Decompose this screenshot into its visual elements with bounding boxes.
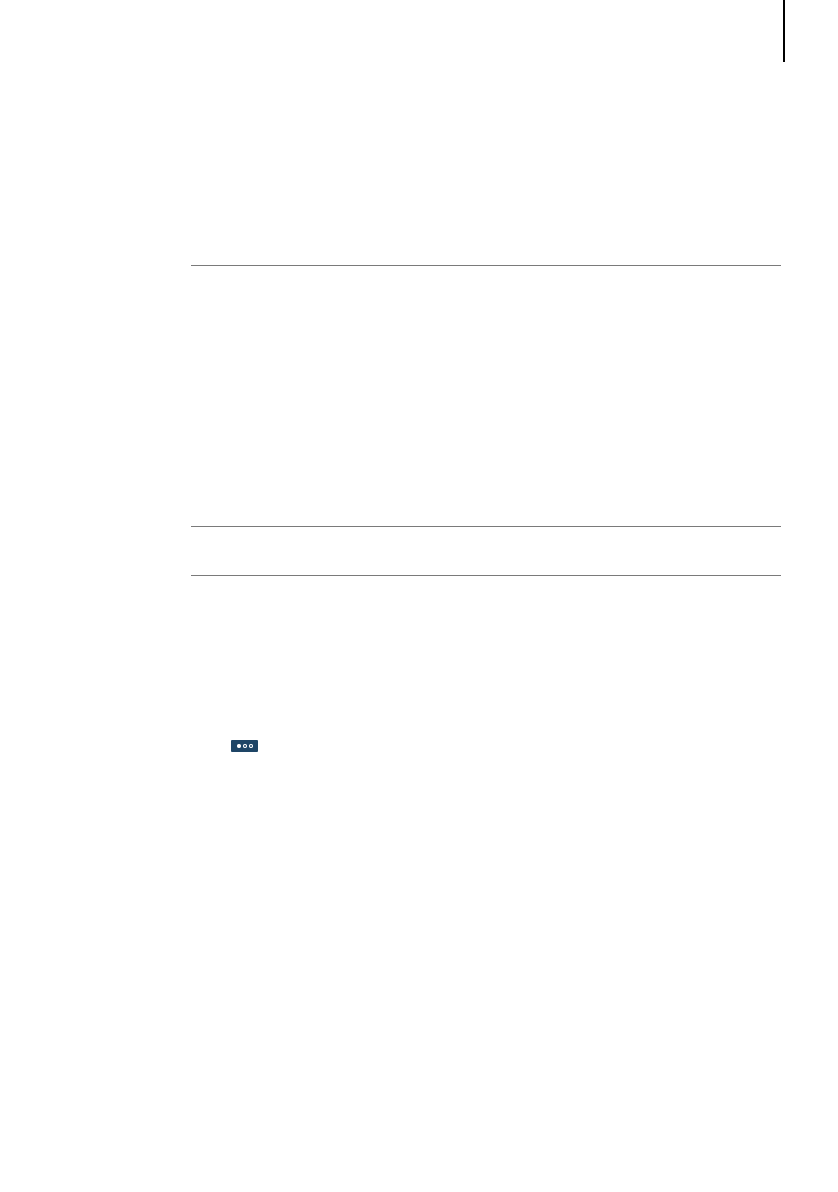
indicator-dot	[248, 744, 253, 748]
indicator-dot-active	[236, 744, 241, 748]
horizontal-rule-middle	[191, 526, 781, 527]
page-dots-indicator-icon	[231, 740, 258, 752]
document-page	[0, 0, 838, 1192]
horizontal-rule-bottom	[191, 575, 781, 576]
horizontal-rule-top	[191, 265, 781, 266]
indicator-dot	[242, 744, 247, 748]
margin-bar	[783, 0, 785, 62]
